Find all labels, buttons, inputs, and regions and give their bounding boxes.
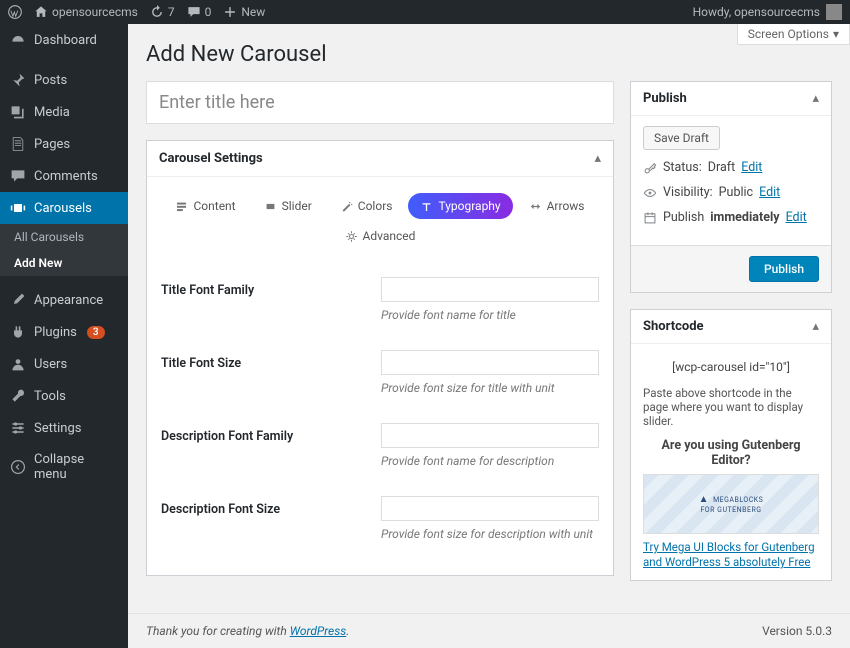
home-icon: [34, 5, 48, 19]
screen-options-toggle[interactable]: Screen Options ▾: [737, 24, 850, 45]
help-title-font-size: Provide font size for title with unit: [381, 381, 599, 395]
comment-icon: [10, 168, 26, 184]
plugins-badge: 3: [87, 326, 105, 339]
site-link[interactable]: opensourcecms: [34, 5, 138, 19]
wp-logo[interactable]: [8, 5, 22, 19]
wand-icon: [340, 200, 353, 213]
input-title-font-size[interactable]: [381, 350, 599, 375]
submenu-carousels: All Carousels Add New: [0, 224, 128, 276]
menu-carousels[interactable]: Carousels: [0, 192, 128, 224]
menu-collapse[interactable]: Collapse menu: [0, 444, 128, 490]
menu-comments[interactable]: Comments: [0, 160, 128, 192]
tab-arrows[interactable]: Arrows: [517, 193, 597, 219]
menu-users[interactable]: Users: [0, 348, 128, 380]
toggle-icon[interactable]: ▴: [594, 151, 601, 166]
key-icon: [643, 161, 657, 175]
revisions-link[interactable]: 7: [150, 5, 175, 19]
tab-advanced[interactable]: Advanced: [333, 223, 428, 249]
brush-icon: [10, 292, 26, 308]
media-icon: [10, 104, 26, 120]
toggle-icon[interactable]: ▴: [812, 319, 819, 334]
settings-tabs: Content Slider Colors Typography Arrows …: [147, 177, 613, 259]
input-desc-font-family[interactable]: [381, 423, 599, 448]
shortcode-help: Paste above shortcode in the page where …: [643, 386, 819, 428]
carousel-settings-box: Carousel Settings ▴ Content Slider Color…: [146, 140, 614, 576]
update-icon: [150, 5, 164, 19]
label-title-font-family: Title Font Family: [161, 277, 381, 298]
edit-schedule-link[interactable]: Edit: [786, 210, 807, 225]
input-title-font-family[interactable]: [381, 277, 599, 302]
wrench-icon: [10, 388, 26, 404]
tab-slider[interactable]: Slider: [252, 193, 324, 219]
site-name: opensourcecms: [52, 5, 138, 19]
menu-media[interactable]: Media: [0, 96, 128, 128]
menu-tools[interactable]: Tools: [0, 380, 128, 412]
toggle-icon[interactable]: ▴: [812, 91, 819, 106]
edit-status-link[interactable]: Edit: [741, 160, 762, 175]
tab-typography[interactable]: Typography: [408, 193, 512, 219]
post-title-input[interactable]: [146, 81, 614, 124]
submenu-all-carousels[interactable]: All Carousels: [0, 224, 128, 250]
new-link[interactable]: New: [223, 5, 265, 19]
main-content: Screen Options ▾ Add New Carousel Carous…: [128, 24, 850, 648]
publish-button[interactable]: Publish: [749, 256, 819, 282]
avatar-icon: [826, 4, 842, 20]
label-desc-font-family: Description Font Family: [161, 423, 381, 444]
carousel-icon: [10, 200, 26, 216]
gear-icon: [345, 230, 358, 243]
footer: Thank you for creating with WordPress. V…: [128, 613, 850, 648]
version-text: Version 5.0.3: [762, 624, 832, 638]
tab-content[interactable]: Content: [163, 193, 247, 219]
help-desc-font-family: Provide font name for description: [381, 454, 599, 468]
menu-dashboard[interactable]: Dashboard: [0, 24, 128, 56]
collapse-icon: [10, 459, 26, 475]
dashboard-icon: [10, 32, 26, 48]
content-icon: [175, 200, 188, 213]
howdy-link[interactable]: Howdy, opensourcecms: [693, 5, 820, 19]
typography-icon: [420, 200, 433, 213]
calendar-icon: [643, 211, 657, 225]
user-icon: [10, 356, 26, 372]
admin-bar: opensourcecms 7 0 New Howdy, opensourcec…: [0, 0, 850, 24]
menu-plugins[interactable]: Plugins3: [0, 316, 128, 348]
caret-down-icon: ▾: [833, 27, 839, 41]
status-line: Status: Draft Edit: [643, 160, 819, 175]
arrows-icon: [529, 200, 542, 213]
gutenberg-title: Are you using Gutenberg Editor?: [643, 438, 819, 468]
slider-icon: [264, 200, 277, 213]
save-draft-button[interactable]: Save Draft: [643, 126, 720, 150]
help-desc-font-size: Provide font size for description with u…: [381, 527, 599, 541]
eye-icon: [643, 186, 657, 200]
gutenberg-banner: ▲ MEGABLOCKSFOR GUTENBERG: [643, 474, 819, 534]
menu-settings[interactable]: Settings: [0, 412, 128, 444]
input-desc-font-size[interactable]: [381, 496, 599, 521]
label-title-font-size: Title Font Size: [161, 350, 381, 371]
tab-colors[interactable]: Colors: [328, 193, 405, 219]
shortcode-text: [wcp-carousel id="10"]: [643, 354, 819, 380]
submenu-add-new[interactable]: Add New: [0, 250, 128, 276]
pin-icon: [10, 72, 26, 88]
menu-appearance[interactable]: Appearance: [0, 284, 128, 316]
shortcode-box: Shortcode▴ [wcp-carousel id="10"] Paste …: [630, 309, 832, 581]
page-title: Add New Carousel: [146, 42, 832, 67]
page-icon: [10, 136, 26, 152]
admin-sidebar: Dashboard Posts Media Pages Comments Car…: [0, 24, 128, 648]
comment-icon: [187, 5, 201, 19]
visibility-line: Visibility: Public Edit: [643, 185, 819, 200]
gutenberg-link[interactable]: Try Mega UI Blocks for Gutenberg and Wor…: [643, 540, 815, 569]
publish-box: Publish ▴ Save Draft Status: Draft Edit V…: [630, 81, 832, 293]
schedule-line: Publish immediately Edit: [643, 210, 819, 225]
label-desc-font-size: Description Font Size: [161, 496, 381, 517]
comments-link[interactable]: 0: [187, 5, 212, 19]
wordpress-link[interactable]: WordPress: [290, 624, 347, 638]
plugin-icon: [10, 324, 26, 340]
megablocks-logo: ▲ MEGABLOCKSFOR GUTENBERG: [699, 494, 764, 514]
sliders-icon: [10, 420, 26, 436]
carousel-settings-header: Carousel Settings ▴: [147, 141, 613, 177]
plus-icon: [223, 5, 237, 19]
help-title-font-family: Provide font name for title: [381, 308, 599, 322]
menu-pages[interactable]: Pages: [0, 128, 128, 160]
edit-visibility-link[interactable]: Edit: [759, 185, 780, 200]
menu-posts[interactable]: Posts: [0, 64, 128, 96]
